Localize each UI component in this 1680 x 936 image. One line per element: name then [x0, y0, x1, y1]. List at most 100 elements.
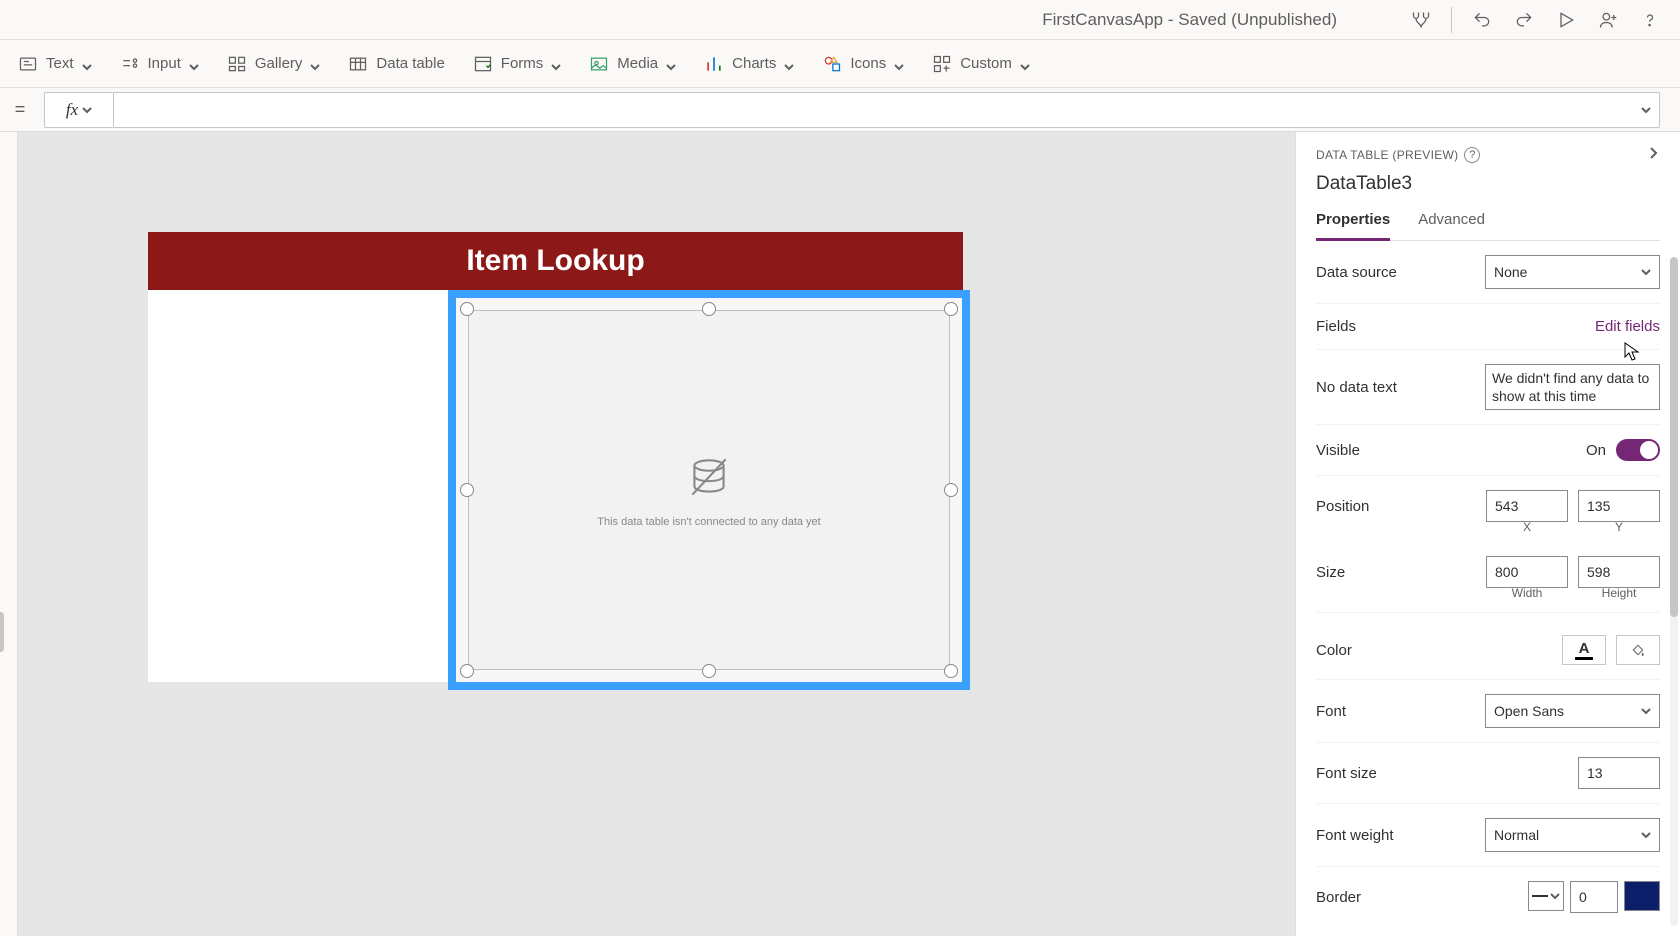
text-icon [18, 54, 38, 74]
help-button[interactable] [1632, 2, 1668, 38]
forms-icon [473, 54, 493, 74]
app-screen: Item Lookup This data table isn't connec… [148, 232, 963, 682]
prop-no-data-text: No data text We didn't find any data to … [1316, 350, 1660, 425]
insert-charts-label: Charts [732, 55, 776, 72]
tab-properties[interactable]: Properties [1316, 211, 1390, 241]
chevron-down-icon [666, 59, 676, 69]
font-size-input[interactable]: 13 [1578, 757, 1660, 789]
undo-button[interactable] [1464, 2, 1500, 38]
selected-datatable-control[interactable]: This data table isn't connected to any d… [448, 290, 970, 690]
border-width-input[interactable]: 0 [1570, 881, 1618, 913]
prop-label: Font size [1316, 765, 1377, 782]
formula-input[interactable] [114, 92, 1660, 128]
fx-button[interactable]: fx [44, 92, 114, 128]
visible-toggle[interactable] [1616, 439, 1660, 461]
prop-font-weight: Font weight Normal [1316, 804, 1660, 867]
insert-gallery-label: Gallery [255, 55, 303, 72]
share-button[interactable] [1590, 2, 1626, 38]
chevron-down-icon [894, 59, 904, 69]
resize-handle[interactable] [944, 483, 958, 497]
prop-label: Color [1316, 642, 1352, 659]
prop-label: Visible [1316, 442, 1360, 459]
resize-handle[interactable] [702, 302, 716, 316]
sublabel-y: Y [1578, 520, 1660, 534]
insert-icons-label: Icons [850, 55, 886, 72]
tab-advanced[interactable]: Advanced [1418, 211, 1485, 240]
prop-color: Color A [1316, 621, 1660, 680]
prop-border: Border 0 [1316, 867, 1660, 927]
chevron-down-icon [784, 59, 794, 69]
border-color-swatch[interactable] [1624, 881, 1660, 911]
insert-ribbon: Text Input Gallery Data table Forms Medi… [0, 40, 1680, 88]
prop-label: Border [1316, 889, 1361, 906]
rail-expand-handle[interactable] [0, 612, 4, 652]
insert-icons-menu[interactable]: Icons [822, 54, 904, 74]
font-color-button[interactable]: A [1562, 635, 1606, 665]
separator [1451, 7, 1452, 33]
redo-button[interactable] [1506, 2, 1542, 38]
app-checker-button[interactable] [1403, 2, 1439, 38]
screen-title: Item Lookup [466, 244, 644, 278]
no-data-message: This data table isn't connected to any d… [597, 516, 820, 528]
insert-datatable-label: Data table [376, 55, 444, 72]
scrollbar-thumb[interactable] [1670, 257, 1678, 617]
position-y-input[interactable]: 135 [1578, 490, 1660, 522]
insert-media-label: Media [617, 55, 658, 72]
chevron-down-icon [82, 59, 92, 69]
resize-handle[interactable] [460, 483, 474, 497]
paint-bucket-icon [1630, 642, 1646, 658]
fx-label: fx [66, 100, 78, 120]
insert-forms-menu[interactable]: Forms [473, 54, 562, 74]
control-name[interactable]: DataTable3 [1316, 173, 1660, 195]
insert-forms-label: Forms [501, 55, 544, 72]
insert-text-menu[interactable]: Text [18, 54, 92, 74]
collapse-panel-icon[interactable] [1646, 146, 1660, 163]
chevron-down-icon [1641, 827, 1651, 843]
size-height-input[interactable]: 598 [1578, 556, 1660, 588]
resize-handle[interactable] [460, 302, 474, 316]
toggle-state-label: On [1586, 442, 1606, 459]
prop-fields: Fields Edit fields [1316, 304, 1660, 350]
font-dropdown[interactable]: Open Sans [1485, 694, 1660, 728]
insert-media-menu[interactable]: Media [589, 54, 676, 74]
custom-icon [932, 54, 952, 74]
property-selector[interactable]: = [0, 88, 40, 131]
prop-font: Font Open Sans [1316, 680, 1660, 743]
resize-handle[interactable] [460, 664, 474, 678]
position-x-input[interactable]: 543 [1486, 490, 1568, 522]
prop-label: Font [1316, 703, 1346, 720]
resize-handle[interactable] [944, 302, 958, 316]
icons-icon [822, 54, 842, 74]
data-source-dropdown[interactable]: None [1485, 255, 1660, 289]
insert-custom-label: Custom [960, 55, 1012, 72]
insert-custom-menu[interactable]: Custom [932, 54, 1030, 74]
database-disconnected-icon [684, 453, 734, 506]
insert-datatable-button[interactable]: Data table [348, 54, 444, 74]
canvas-area[interactable]: Item Lookup This data table isn't connec… [18, 132, 1295, 936]
edit-fields-link[interactable]: Edit fields [1595, 318, 1660, 335]
position-sublabels: X Y [1316, 520, 1660, 534]
size-width-input[interactable]: 800 [1486, 556, 1568, 588]
datatable-body: This data table isn't connected to any d… [468, 310, 950, 670]
insert-input-menu[interactable]: Input [120, 54, 199, 74]
resize-handle[interactable] [702, 664, 716, 678]
insert-gallery-menu[interactable]: Gallery [227, 54, 321, 74]
no-data-text-input[interactable]: We didn't find any data to show at this … [1485, 364, 1660, 410]
fill-color-button[interactable] [1616, 635, 1660, 665]
sublabel-height: Height [1578, 586, 1660, 600]
play-preview-button[interactable] [1548, 2, 1584, 38]
panel-tabs: Properties Advanced [1316, 211, 1660, 241]
expand-formula-icon[interactable] [1641, 102, 1651, 118]
prop-label: Size [1316, 564, 1345, 581]
resize-handle[interactable] [944, 664, 958, 678]
screen-header: Item Lookup [148, 232, 963, 290]
chevron-down-icon [82, 100, 92, 120]
border-style-dropdown[interactable] [1528, 881, 1564, 911]
input-icon [120, 54, 140, 74]
help-icon[interactable]: ? [1464, 147, 1480, 163]
sublabel-x: X [1486, 520, 1568, 534]
font-weight-dropdown[interactable]: Normal [1485, 818, 1660, 852]
insert-charts-menu[interactable]: Charts [704, 54, 794, 74]
prop-label: Position [1316, 498, 1369, 515]
prop-label: No data text [1316, 379, 1397, 396]
